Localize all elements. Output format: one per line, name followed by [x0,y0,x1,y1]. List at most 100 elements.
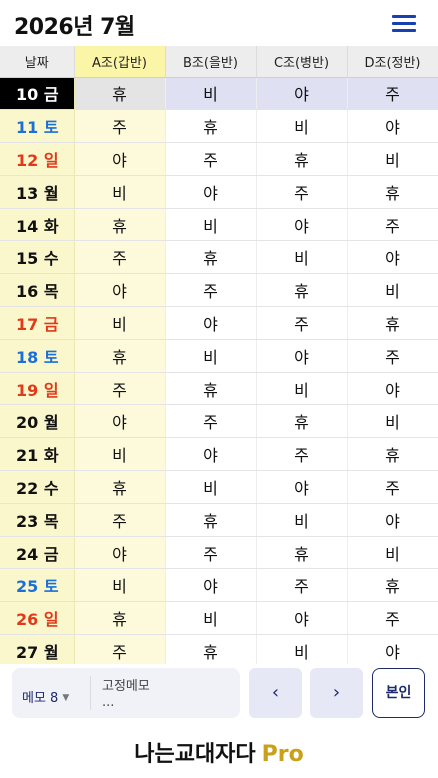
shift-cell-team-a[interactable]: 야 [74,536,166,570]
column-header-team-c[interactable]: C조(병반) [256,46,348,78]
shift-cell-team-b[interactable]: 비 [165,601,257,636]
date-cell[interactable]: 23 목 [0,503,75,537]
shift-cell-team-d[interactable]: 야 [347,503,438,537]
date-cell[interactable]: 15 수 [0,240,75,275]
shift-cell-team-d[interactable]: 야 [347,109,438,144]
shift-cell-team-c[interactable]: 야 [256,77,348,111]
table-row[interactable]: 21 화비야주휴 [0,437,438,472]
shift-cell-team-d[interactable]: 주 [347,601,438,636]
column-header-team-d[interactable]: D조(정반) [347,46,438,78]
shift-cell-team-a[interactable]: 주 [74,372,166,406]
table-row[interactable]: 27 월주휴비야 [0,634,438,668]
shift-cell-team-a[interactable]: 주 [74,503,166,537]
shift-cell-team-b[interactable]: 휴 [165,503,257,537]
date-cell[interactable]: 14 화 [0,208,75,242]
shift-cell-team-d[interactable]: 휴 [347,568,438,603]
shift-cell-team-b[interactable]: 비 [165,339,257,373]
shift-cell-team-d[interactable]: 휴 [347,306,438,340]
shift-cell-team-a[interactable]: 휴 [74,77,166,111]
shift-cell-team-c[interactable]: 휴 [256,536,348,570]
shift-cell-team-d[interactable]: 주 [347,339,438,373]
table-row[interactable]: 14 화휴비야주 [0,208,438,242]
date-cell[interactable]: 22 수 [0,470,75,504]
date-cell[interactable]: 18 토 [0,339,75,373]
shift-cell-team-a[interactable]: 휴 [74,470,166,504]
table-row[interactable]: 12 일야주휴비 [0,142,438,176]
shift-cell-team-b[interactable]: 비 [165,77,257,111]
shift-cell-team-b[interactable]: 비 [165,208,257,242]
shift-cell-team-d[interactable]: 야 [347,240,438,275]
shift-cell-team-a[interactable]: 야 [74,142,166,176]
shift-cell-team-a[interactable]: 주 [74,109,166,144]
shift-cell-team-c[interactable]: 야 [256,470,348,504]
shift-cell-team-b[interactable]: 휴 [165,634,257,668]
table-row[interactable]: 22 수휴비야주 [0,470,438,504]
date-cell[interactable]: 19 일 [0,372,75,406]
shift-cell-team-b[interactable]: 주 [165,273,257,308]
shift-cell-team-c[interactable]: 야 [256,339,348,373]
date-cell[interactable]: 27 월 [0,634,75,668]
date-cell[interactable]: 26 일 [0,601,75,636]
shift-cell-team-d[interactable]: 주 [347,77,438,111]
shift-cell-team-d[interactable]: 주 [347,470,438,504]
date-cell[interactable]: 13 월 [0,175,75,209]
shift-cell-team-a[interactable]: 휴 [74,208,166,242]
table-row[interactable]: 20 월야주휴비 [0,404,438,439]
shift-cell-team-d[interactable]: 야 [347,634,438,668]
table-row[interactable]: 24 금야주휴비 [0,536,438,570]
shift-cell-team-b[interactable]: 휴 [165,109,257,144]
table-row[interactable]: 16 목야주휴비 [0,273,438,308]
date-cell[interactable]: 11 토 [0,109,75,144]
column-header-team-a[interactable]: A조(갑반) [74,46,166,78]
shift-cell-team-a[interactable]: 야 [74,404,166,439]
date-cell[interactable]: 25 토 [0,568,75,603]
table-row[interactable]: 13 월비야주휴 [0,175,438,209]
date-cell[interactable]: 17 금 [0,306,75,340]
memo-content[interactable]: 고정메모 ... [102,679,150,711]
date-cell[interactable]: 24 금 [0,536,75,570]
shift-cell-team-a[interactable]: 비 [74,568,166,603]
table-row[interactable]: 19 일주휴비야 [0,372,438,406]
column-header-team-b[interactable]: B조(을반) [165,46,257,78]
shift-cell-team-c[interactable]: 비 [256,503,348,537]
shift-cell-team-a[interactable]: 야 [74,273,166,308]
shift-cell-team-c[interactable]: 휴 [256,142,348,176]
shift-cell-team-c[interactable]: 야 [256,208,348,242]
shift-cell-team-b[interactable]: 주 [165,142,257,176]
shift-cell-team-c[interactable]: 야 [256,601,348,636]
shift-cell-team-d[interactable]: 휴 [347,437,438,472]
shift-cell-team-c[interactable]: 비 [256,240,348,275]
shift-cell-team-a[interactable]: 휴 [74,339,166,373]
shift-cell-team-a[interactable]: 비 [74,437,166,472]
table-row[interactable]: 10 금휴비야주 [0,77,438,111]
shift-cell-team-d[interactable]: 비 [347,536,438,570]
date-cell[interactable]: 20 월 [0,404,75,439]
shift-cell-team-c[interactable]: 비 [256,634,348,668]
shift-cell-team-d[interactable]: 비 [347,142,438,176]
self-button[interactable]: 본인 [372,668,425,718]
next-month-button[interactable]: › [310,668,363,718]
date-cell[interactable]: 12 일 [0,142,75,176]
date-cell[interactable]: 10 금 [0,77,75,111]
table-row[interactable]: 15 수주휴비야 [0,240,438,275]
table-row[interactable]: 23 목주휴비야 [0,503,438,537]
table-row[interactable]: 25 토비야주휴 [0,568,438,603]
shift-cell-team-a[interactable]: 비 [74,175,166,209]
shift-cell-team-c[interactable]: 휴 [256,273,348,308]
shift-cell-team-a[interactable]: 주 [74,634,166,668]
hamburger-menu-icon[interactable] [392,13,418,33]
shift-cell-team-b[interactable]: 주 [165,404,257,439]
shift-cell-team-d[interactable]: 비 [347,404,438,439]
shift-cell-team-a[interactable]: 휴 [74,601,166,636]
shift-cell-team-d[interactable]: 휴 [347,175,438,209]
shift-cell-team-a[interactable]: 주 [74,240,166,275]
shift-cell-team-d[interactable]: 주 [347,208,438,242]
date-cell[interactable]: 16 목 [0,273,75,308]
shift-cell-team-d[interactable]: 비 [347,273,438,308]
table-row[interactable]: 26 일휴비야주 [0,601,438,636]
shift-cell-team-b[interactable]: 야 [165,306,257,340]
memo-box[interactable]: 메모 8 ▼ 고정메모 ... [12,668,240,718]
shift-cell-team-b[interactable]: 야 [165,568,257,603]
shift-cell-team-c[interactable]: 주 [256,437,348,472]
table-row[interactable]: 17 금비야주휴 [0,306,438,340]
